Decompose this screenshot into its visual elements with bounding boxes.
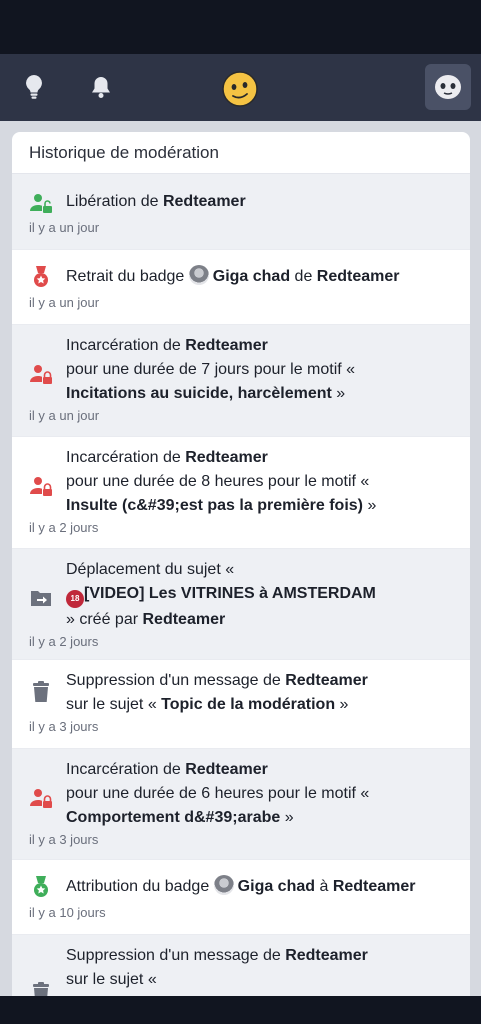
list-item: Libération de Redteamer il y a un jour xyxy=(12,174,470,250)
user-link[interactable]: Redteamer xyxy=(285,947,368,964)
system-navigation-bar xyxy=(0,996,481,1024)
moderation-history-panel: Historique de modération Libération de R… xyxy=(12,132,470,1012)
user-link[interactable]: Redteamer xyxy=(285,672,368,689)
bell-icon[interactable] xyxy=(86,72,116,102)
top-navigation-bar xyxy=(0,54,481,121)
reason-text: Incitations au suicide, harcèlement xyxy=(66,385,332,402)
entry-text: Incarcération de Redteamer pour une durée… xyxy=(66,449,377,514)
folder-move-icon xyxy=(31,591,51,606)
entry-text: Retrait du badge Giga chad de Redteamer xyxy=(66,265,458,289)
entry-text: Libération de Redteamer xyxy=(66,193,246,210)
badge-image xyxy=(188,265,209,285)
entry-time: il y a un jour xyxy=(29,220,100,235)
entry-time: il y a un jour xyxy=(29,408,100,423)
entry-text: Incarcération de Redteamer pour une durée… xyxy=(66,337,356,402)
status-bar xyxy=(0,0,481,54)
user-lock-icon xyxy=(30,789,52,808)
topic-link[interactable]: [VIDEO] Les VITRINES à AMSTERDAM xyxy=(84,585,376,602)
entry-time: il y a 2 jours xyxy=(29,634,99,649)
user-unlock-icon xyxy=(30,194,52,213)
reason-text: Insulte (c&#39;est pas la première fois) xyxy=(66,497,363,514)
badge-award-icon xyxy=(34,876,48,897)
user-link[interactable]: Redteamer xyxy=(142,611,225,628)
list-item: Incarcération de Redteamer pour une durée… xyxy=(12,325,470,437)
site-logo-smiley-icon[interactable] xyxy=(221,70,259,108)
badge-remove-icon xyxy=(34,266,48,287)
list-item: Retrait du badge Giga chad de Redteamer … xyxy=(12,250,470,325)
user-link[interactable]: Redteamer xyxy=(163,193,246,210)
list-item: Incarcération de Redteamer pour une durée… xyxy=(12,749,470,860)
user-lock-icon xyxy=(30,477,52,496)
entry-text: Incarcération de Redteamer pour une durée… xyxy=(66,761,370,826)
entry-time: il y a 2 jours xyxy=(29,520,99,535)
badge-link[interactable]: Giga chad xyxy=(238,878,315,895)
user-link[interactable]: Redteamer xyxy=(185,337,268,354)
badge-link[interactable]: Giga chad xyxy=(213,268,290,285)
entry-text: Suppression d'un message de Redteamer sur… xyxy=(66,672,368,713)
entry-time: il y a 3 jours xyxy=(29,719,99,734)
entry-time: il y a 10 jours xyxy=(29,905,106,920)
entry-text: Attribution du badge Giga chad à Redteam… xyxy=(66,875,458,899)
entry-text: Déplacement du sujet « 18 [VIDEO] Les VIT… xyxy=(66,561,376,628)
entry-text: Suppression d'un message de Redteamer sur… xyxy=(66,947,368,988)
entry-time: il y a un jour xyxy=(29,295,100,310)
adult-content-icon: 18 xyxy=(66,590,84,608)
list-item: Suppression d'un message de Redteamer sur… xyxy=(12,660,470,749)
user-link[interactable]: Redteamer xyxy=(185,761,268,778)
user-link[interactable]: Redteamer xyxy=(317,268,400,285)
lightbulb-icon[interactable] xyxy=(19,72,49,102)
user-avatar-icon[interactable] xyxy=(425,64,471,110)
user-link[interactable]: Redteamer xyxy=(333,878,416,895)
list-item: Incarcération de Redteamer pour une durée… xyxy=(12,437,470,549)
user-lock-icon xyxy=(30,365,52,384)
list-item: Déplacement du sujet « 18 [VIDEO] Les VIT… xyxy=(12,549,470,660)
panel-title: Historique de modération xyxy=(12,132,470,174)
list-item: Attribution du badge Giga chad à Redteam… xyxy=(12,860,470,935)
user-link[interactable]: Redteamer xyxy=(185,449,268,466)
reason-text: Comportement d&#39;arabe xyxy=(66,809,281,826)
badge-image xyxy=(213,875,234,895)
topic-link[interactable]: Topic de la modération xyxy=(161,696,335,713)
trash-icon xyxy=(33,681,49,702)
entry-time: il y a 3 jours xyxy=(29,832,99,847)
